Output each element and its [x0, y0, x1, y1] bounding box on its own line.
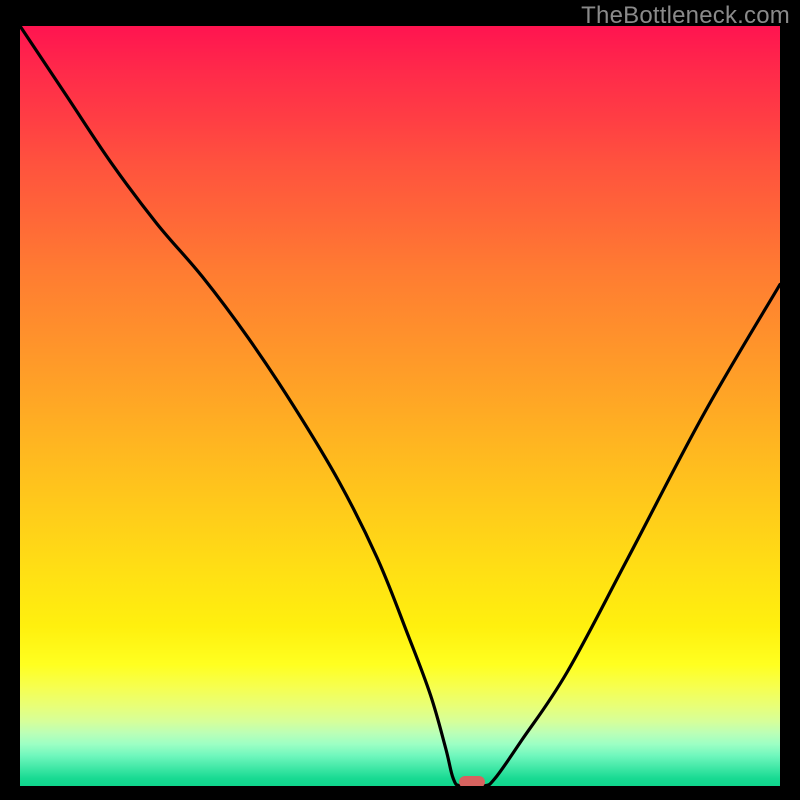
plot-area	[20, 26, 780, 786]
watermark-text: TheBottleneck.com	[581, 2, 790, 30]
minimum-marker	[459, 776, 485, 786]
chart-frame: TheBottleneck.com	[0, 0, 800, 800]
bottleneck-curve	[20, 26, 780, 786]
